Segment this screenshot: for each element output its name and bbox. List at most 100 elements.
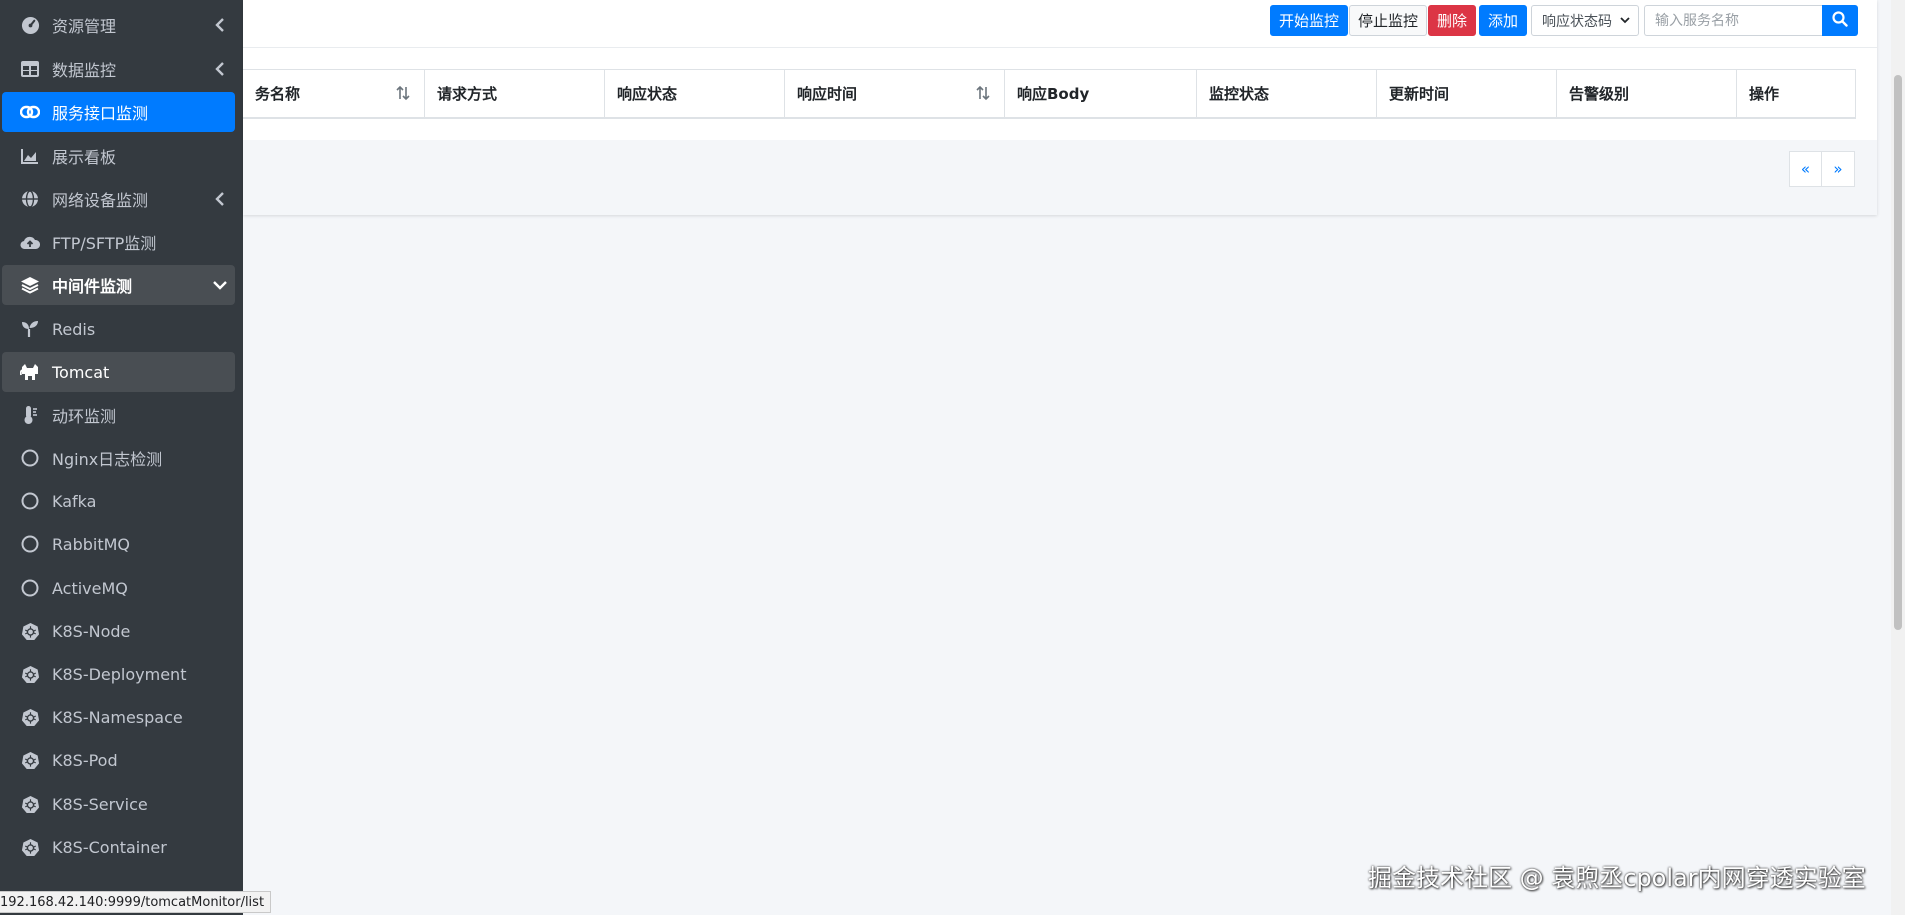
sidebar-item-label: K8S-Deployment: [52, 664, 187, 684]
sidebar-item-environment-monitoring[interactable]: 动环监测: [2, 395, 235, 435]
sidebar-item-label: 动环监测: [52, 407, 117, 426]
dashboard-gauge-icon: [19, 14, 41, 36]
pagination: « »: [1789, 151, 1855, 187]
column-label: 请求方式: [437, 85, 498, 103]
column-label: 更新时间: [1389, 85, 1450, 103]
cat-icon: [19, 361, 41, 383]
column-header-request-method[interactable]: 请求方式: [425, 70, 605, 117]
sidebar-item-k8s-deployment[interactable]: K8S-Deployment: [2, 654, 235, 694]
seedling-icon: [19, 318, 41, 340]
service-name-search-input[interactable]: [1644, 5, 1822, 36]
sidebar-item-k8s-namespace[interactable]: K8S-Namespace: [2, 697, 235, 737]
sidebar-item-k8s-pod[interactable]: K8S-Pod: [2, 740, 235, 780]
response-status-select[interactable]: 响应状态码: [1531, 5, 1639, 36]
sidebar-item-k8s-container[interactable]: K8S-Container: [2, 827, 235, 867]
sidebar-item-activemq[interactable]: ActiveMQ: [2, 568, 235, 608]
sidebar-item-network-device-monitoring[interactable]: 网络设备监测: [2, 179, 235, 219]
sidebar-item-redis[interactable]: Redis: [2, 309, 235, 349]
sidebar-item-k8s-service[interactable]: K8S-Service: [2, 784, 235, 824]
sidebar-item-dashboard-board[interactable]: 展示看板: [2, 136, 235, 176]
sidebar-item-resource-management[interactable]: 资源管理: [2, 5, 235, 45]
thermometer-icon: [19, 404, 41, 426]
chevron-down-icon: [1619, 13, 1631, 31]
column-header-service-name[interactable]: 务名称: [243, 70, 425, 117]
pagination-next-button[interactable]: »: [1822, 151, 1855, 187]
table-footer-area: [243, 140, 1877, 215]
column-header-response-body[interactable]: 响应Body: [1005, 70, 1197, 117]
sidebar-item-label: 展示看板: [52, 148, 117, 167]
sidebar: 资源管理 数据监控 服务接口监测 展示看板 网络设备监测 FTP/SFTP监测: [0, 0, 243, 915]
sidebar-item-kafka[interactable]: Kafka: [2, 481, 235, 521]
page-scrollbar[interactable]: [1891, 0, 1905, 915]
stop-monitor-button[interactable]: 停止监控: [1349, 5, 1428, 36]
delete-button[interactable]: 删除: [1428, 5, 1477, 36]
watermark-text: 掘金技术社区 @ 袁煦丞cpolar内网穿透实验室: [1368, 864, 1866, 892]
sidebar-item-label: 中间件监测: [52, 277, 133, 296]
circle-icon: [19, 577, 41, 599]
column-header-update-time[interactable]: 更新时间: [1377, 70, 1557, 117]
globe-icon: [19, 188, 41, 210]
sidebar-item-middleware-monitoring[interactable]: 中间件监测: [2, 265, 235, 305]
pagination-prev-button[interactable]: «: [1789, 151, 1822, 187]
start-monitor-button[interactable]: 开始监控: [1270, 5, 1349, 36]
column-label: 响应时间: [797, 85, 858, 103]
sidebar-item-label: 资源管理: [52, 17, 117, 36]
sort-icon[interactable]: [396, 85, 410, 105]
circle-icon: [19, 533, 41, 555]
sidebar-item-data-monitoring[interactable]: 数据监控: [2, 49, 235, 89]
sidebar-item-label: K8S-Node: [52, 621, 131, 641]
column-header-monitor-status[interactable]: 监控状态: [1197, 70, 1377, 117]
sidebar-item-label: K8S-Namespace: [52, 707, 183, 727]
column-header-response-status[interactable]: 响应状态: [605, 70, 785, 117]
column-header-alert-level[interactable]: 告警级别: [1557, 70, 1737, 117]
sidebar-item-label: 网络设备监测: [52, 191, 149, 210]
card-toolbar: 开始监控 停止监控 删除 添加 响应状态码: [243, 0, 1877, 48]
link-icon: [19, 101, 41, 123]
sidebar-item-label: ActiveMQ: [52, 578, 128, 598]
sidebar-item-label: K8S-Container: [52, 837, 167, 857]
sidebar-item-nginx-log[interactable]: Nginx日志检测: [2, 438, 235, 478]
kubernetes-icon: [19, 706, 41, 728]
column-label: 操作: [1749, 85, 1780, 103]
kubernetes-icon: [19, 793, 41, 815]
column-header-response-time[interactable]: 响应时间: [785, 70, 1005, 117]
column-label: 务名称: [255, 85, 301, 103]
area-chart-icon: [19, 145, 41, 167]
column-label: 响应状态: [617, 85, 678, 103]
kubernetes-icon: [19, 620, 41, 642]
monitor-list-card: 开始监控 停止监控 删除 添加 响应状态码 务名称 请求方式 响应状态 响应时间…: [243, 0, 1877, 215]
scrollbar-thumb[interactable]: [1894, 75, 1902, 630]
circle-icon: [19, 447, 41, 469]
sidebar-item-label: K8S-Pod: [52, 750, 118, 770]
column-label: 监控状态: [1209, 85, 1270, 103]
add-button[interactable]: 添加: [1479, 5, 1528, 36]
search-icon: [1832, 10, 1848, 31]
chevron-left-icon: [205, 62, 235, 76]
sidebar-item-service-api-monitoring[interactable]: 服务接口监测: [2, 92, 235, 132]
circle-icon: [19, 490, 41, 512]
sidebar-item-ftp-sftp-monitoring[interactable]: FTP/SFTP监测: [2, 222, 235, 262]
chevron-left-icon: [205, 18, 235, 32]
select-value: 响应状态码: [1542, 13, 1612, 30]
sidebar-item-label: Tomcat: [52, 362, 110, 382]
monitor-table-header: 务名称 请求方式 响应状态 响应时间 响应Body 监控状态 更新时间 告警级别…: [243, 69, 1856, 119]
column-label: 告警级别: [1569, 85, 1630, 103]
layers-icon: [19, 274, 41, 296]
sidebar-item-label: Redis: [52, 319, 96, 339]
sidebar-item-rabbitmq[interactable]: RabbitMQ: [2, 524, 235, 564]
sidebar-item-k8s-node[interactable]: K8S-Node: [2, 611, 235, 651]
kubernetes-icon: [19, 749, 41, 771]
sidebar-item-label: 服务接口监测: [52, 104, 149, 123]
sidebar-item-label: Kafka: [52, 491, 97, 511]
kubernetes-icon: [19, 663, 41, 685]
grid-table-icon: [19, 58, 41, 80]
sidebar-item-label: 数据监控: [52, 61, 117, 80]
sidebar-item-tomcat[interactable]: Tomcat: [2, 352, 235, 392]
browser-status-bar: 192.168.42.140:9999/tomcatMonitor/list: [0, 891, 272, 913]
sidebar-item-label: K8S-Service: [52, 794, 148, 814]
column-header-actions: 操作: [1737, 70, 1855, 117]
kubernetes-icon: [19, 836, 41, 858]
search-button[interactable]: [1822, 5, 1858, 36]
column-label: 响应Body: [1017, 85, 1090, 103]
sort-icon[interactable]: [976, 85, 990, 105]
